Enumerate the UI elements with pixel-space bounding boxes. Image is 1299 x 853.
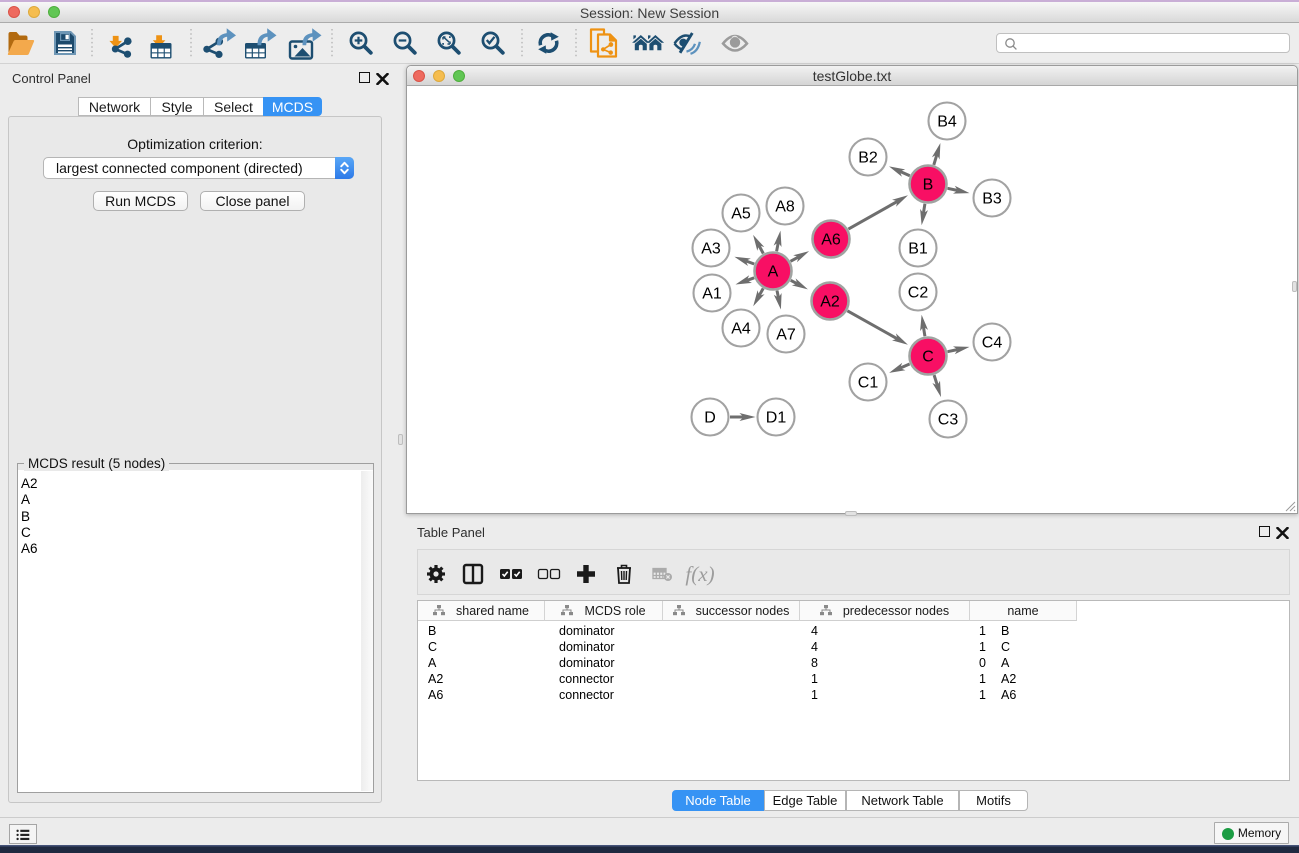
svg-text:B: B [923, 177, 934, 194]
svg-text:B1: B1 [908, 241, 928, 258]
svg-text:A7: A7 [776, 327, 796, 344]
svg-text:B4: B4 [937, 114, 957, 131]
svg-text:D1: D1 [766, 410, 787, 427]
svg-text:C: C [922, 349, 934, 366]
svg-text:A3: A3 [701, 241, 721, 258]
svg-text:A1: A1 [702, 286, 722, 303]
svg-text:A5: A5 [731, 206, 751, 223]
svg-text:B3: B3 [982, 191, 1002, 208]
svg-text:A6: A6 [821, 232, 841, 249]
svg-text:A8: A8 [775, 199, 795, 216]
svg-text:C2: C2 [908, 285, 929, 302]
svg-text:C1: C1 [858, 375, 879, 392]
svg-text:A: A [768, 264, 779, 281]
svg-text:A4: A4 [731, 321, 751, 338]
svg-text:C4: C4 [982, 335, 1003, 352]
svg-text:D: D [704, 410, 716, 427]
svg-text:f(x): f(x) [685, 562, 714, 586]
svg-text:A2: A2 [820, 294, 840, 311]
svg-text:B2: B2 [858, 150, 878, 167]
svg-text:C3: C3 [938, 412, 959, 429]
